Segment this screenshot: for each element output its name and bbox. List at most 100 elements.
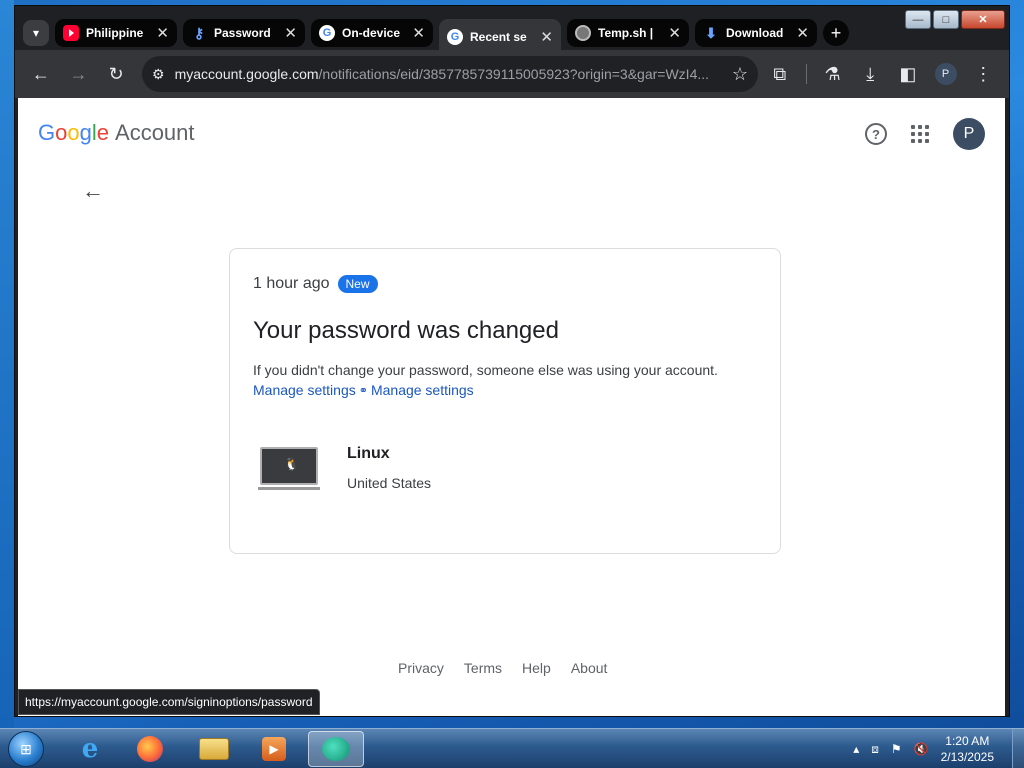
footer-link-help[interactable]: Help [522,660,551,676]
plus-icon: + [830,22,842,43]
new-tab-button[interactable]: + [823,20,849,46]
maximize-icon: □ [942,13,950,26]
apps-grid-icon[interactable] [911,125,929,143]
tab-title: Philippine [86,26,144,40]
clock-time: 1:20 AM [945,734,990,748]
tab-close-icon[interactable]: ✕ [540,28,553,46]
forward-button[interactable]: → [63,58,95,90]
tab-download[interactable]: ⬇ Download ✕ [695,19,817,47]
url-path: /notifications/eid/3857785739115005923?o… [318,66,710,82]
close-window-button[interactable]: ✕ [961,10,1005,29]
clock-date: 2/13/2025 [940,750,994,764]
system-tray: ▴ ⧈ ⚑ 🔇 1:20 AM 2/13/2025 [853,729,1024,768]
tab-title: Download [726,26,784,40]
tab-close-icon[interactable]: ✕ [412,24,425,42]
network-icon[interactable]: ⧈ [871,742,879,757]
tab-search-button[interactable]: ▾ [23,20,49,46]
footer-link-about[interactable]: About [571,660,608,676]
labs-button[interactable]: ⚗ [817,58,849,90]
page-viewport: Google Account ? P ← 1 hour ago New Your… [18,98,1005,716]
kebab-menu-icon: ⋮ [974,63,993,84]
minimize-icon: — [912,13,924,26]
bookmark-star-icon[interactable]: ☆ [732,64,748,85]
google-icon: G [447,29,463,45]
tray-expand-icon[interactable]: ▴ [853,742,859,756]
tab-close-icon[interactable]: ✕ [796,24,809,42]
back-button[interactable]: ← [25,58,57,90]
manage-settings-links: Manage settings ⚭ Manage settings [253,382,757,398]
tab-on-device[interactable]: G On-device ✕ [311,19,433,47]
tab-title: Recent se [470,30,527,44]
minimize-button[interactable]: — [905,10,931,29]
volume-muted-icon[interactable]: 🔇 [914,742,929,756]
google-wordmark: Google [38,120,110,145]
page-footer: Privacy Terms Help About [398,660,607,676]
status-bar-url: https://myaccount.google.com/signinoptio… [18,689,320,715]
tab-close-icon[interactable]: ✕ [284,24,297,42]
menu-button[interactable]: ⋮ [967,58,999,90]
browser-toolbar: ← → ↻ ⚙ myaccount.google.com/notificatio… [15,50,1009,98]
manage-settings-link[interactable]: Manage settings [253,382,356,398]
notification-time: 1 hour ago [253,275,330,292]
download-icon: ⤓ [866,63,875,84]
help-icon[interactable]: ? [865,123,887,145]
manage-settings-link-2[interactable]: Manage settings [371,382,474,398]
file-explorer-icon[interactable] [186,731,242,767]
action-center-flag-icon[interactable]: ⚑ [891,742,902,756]
new-badge: New [337,275,378,293]
downloads-button[interactable]: ⤓ [854,58,886,90]
back-arrow-icon[interactable]: ← [82,178,104,204]
show-desktop-button[interactable] [1012,729,1024,768]
browser-window: — □ ✕ ▾ Philippine ✕ ⚷ Password ✕ G On-d… [14,5,1010,717]
logo-suffix: Account [115,120,195,145]
footer-link-terms[interactable]: Terms [464,660,502,676]
google-icon: G [319,25,335,41]
footer-link-privacy[interactable]: Privacy [398,660,444,676]
reload-button[interactable]: ↻ [100,58,132,90]
notification-meta: 1 hour ago New [253,275,757,293]
window-controls: — □ ✕ [905,10,1005,29]
windows-logo-icon: ⊞ [20,740,32,757]
side-panel-button[interactable]: ◧ [892,58,924,90]
globe-icon [575,25,591,41]
maximize-button[interactable]: □ [933,10,959,29]
puzzle-icon: ⧉ [773,63,787,84]
notification-title: Your password was changed [253,317,559,344]
profile-button[interactable]: P [930,58,962,90]
tab-password[interactable]: ⚷ Password ✕ [183,19,305,47]
device-location: United States [347,475,432,491]
tab-close-icon[interactable]: ✕ [668,24,681,42]
arrow-right-icon: → [69,63,88,84]
linux-penguin-icon: 🐧 [284,457,299,471]
download-icon: ⬇ [705,25,717,41]
link-icon: ⚭ [358,384,368,397]
desktop-background [0,0,14,728]
site-settings-icon[interactable]: ⚙ [152,66,165,83]
google-account-logo[interactable]: Google Account [38,120,195,150]
tab-title: On-device [342,26,401,40]
chat-app-icon[interactable] [308,731,364,767]
side-panel-icon: ◧ [899,63,917,84]
account-avatar[interactable]: P [953,118,985,150]
key-icon: ⚷ [193,25,205,41]
media-player-icon[interactable]: ▶ [246,731,302,767]
system-clock[interactable]: 1:20 AM 2/13/2025 [941,733,994,765]
youtube-icon [63,25,79,41]
url-text[interactable]: myaccount.google.com/notifications/eid/3… [175,66,722,82]
tab-title: Temp.sh | [598,26,654,40]
firefox-icon[interactable] [122,731,178,767]
device-info: 🐧 Linux United States [258,445,432,491]
notification-description: If you didn't change your password, some… [253,362,718,378]
arrow-left-icon: ← [31,63,50,84]
windows-taskbar: ⊞ e ▶ ▴ ⧈ ⚑ 🔇 1:20 AM 2/13/2025 [0,728,1024,768]
profile-avatar: P [934,63,957,85]
tab-philippine[interactable]: Philippine ✕ [55,19,177,47]
url-host: myaccount.google.com [174,66,319,82]
start-button[interactable]: ⊞ [8,731,44,767]
laptop-icon: 🐧 [258,447,320,491]
internet-explorer-icon[interactable]: e [62,731,118,767]
address-bar[interactable]: ⚙ myaccount.google.com/notifications/eid… [142,56,759,92]
tab-temp-sh[interactable]: Temp.sh | ✕ [567,19,689,47]
tab-close-icon[interactable]: ✕ [156,24,169,42]
extensions-button[interactable]: ⧉ [764,58,796,90]
